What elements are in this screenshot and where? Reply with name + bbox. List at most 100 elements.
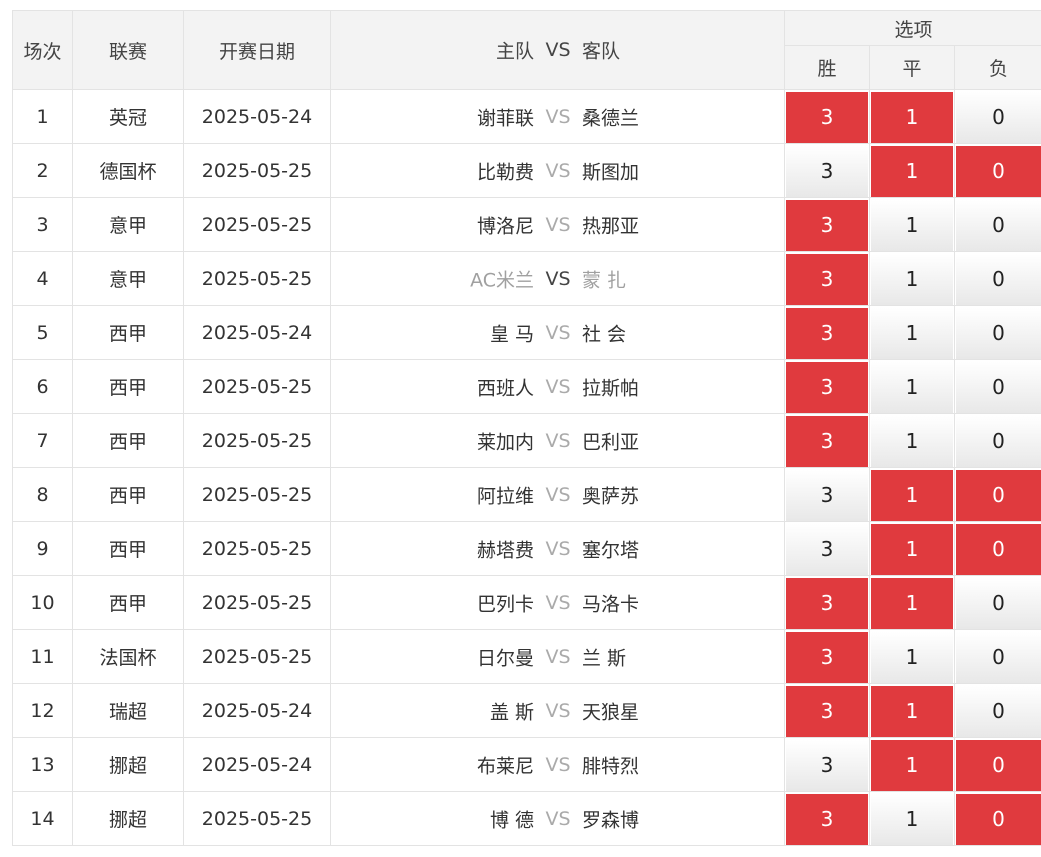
option-win-cell: 3 xyxy=(784,467,870,522)
away-team: 拉斯帕 xyxy=(582,377,640,399)
option-draw-cell: 1 xyxy=(869,683,955,738)
option-draw-button[interactable]: 1 xyxy=(871,469,953,521)
option-draw-button[interactable]: 1 xyxy=(871,415,953,467)
match-teams: 盖 斯 VS 天狼星 xyxy=(330,683,785,738)
away-team: 罗森博 xyxy=(582,809,640,831)
option-lose-button[interactable]: 0 xyxy=(956,415,1041,467)
option-win-cell: 3 xyxy=(784,683,870,738)
home-team: 盖 斯 xyxy=(489,701,534,723)
vs-label: VS xyxy=(545,645,571,668)
match-teams: 博 德 VS 罗森博 xyxy=(330,791,785,846)
away-team: 马洛卡 xyxy=(582,593,640,615)
option-draw-button[interactable]: 1 xyxy=(871,91,953,143)
option-win-button[interactable]: 3 xyxy=(786,361,868,413)
league-name: 瑞超 xyxy=(72,683,184,738)
option-draw-button[interactable]: 1 xyxy=(871,361,953,413)
option-win-button[interactable]: 3 xyxy=(786,199,868,251)
vs-label: VS xyxy=(545,375,571,398)
header-win: 胜 xyxy=(784,45,870,90)
vs-label: VS xyxy=(545,321,571,344)
header-date: 开赛日期 xyxy=(183,10,331,90)
option-lose-button[interactable]: 0 xyxy=(956,469,1041,521)
option-draw-button[interactable]: 1 xyxy=(871,739,953,791)
option-win-button[interactable]: 3 xyxy=(786,307,868,359)
option-win-button[interactable]: 3 xyxy=(786,145,868,197)
option-draw-button[interactable]: 1 xyxy=(871,685,953,737)
league-name: 西甲 xyxy=(72,359,184,414)
option-lose-button[interactable]: 0 xyxy=(956,685,1041,737)
option-win-cell: 3 xyxy=(784,737,870,792)
option-win-button[interactable]: 3 xyxy=(786,793,868,845)
table-row: 8 西甲 2025-05-25 阿拉维 VS 奥萨苏 3 1 0 xyxy=(12,467,1041,522)
option-win-button[interactable]: 3 xyxy=(786,91,868,143)
option-lose-cell: 0 xyxy=(953,413,1041,468)
option-win-cell: 3 xyxy=(784,305,870,360)
option-lose-button[interactable]: 0 xyxy=(956,253,1041,305)
match-table: 场次 联赛 开赛日期 主队 VS 客队 选项 胜 平 负 1 英冠 2025-05-… xyxy=(12,10,1041,846)
vs-label: VS xyxy=(545,807,571,830)
table-body: 1 英冠 2025-05-24 谢菲联 VS 桑德兰 3 1 0 2 德国杯 2025-05-25 比勒… xyxy=(12,89,1041,846)
home-team: 布莱尼 xyxy=(476,755,534,777)
option-win-button[interactable]: 3 xyxy=(786,469,868,521)
match-date: 2025-05-25 xyxy=(183,521,331,576)
option-win-button[interactable]: 3 xyxy=(786,253,868,305)
match-teams: 莱加内 VS 巴利亚 xyxy=(330,413,785,468)
match-index: 11 xyxy=(12,629,73,684)
option-win-button[interactable]: 3 xyxy=(786,523,868,575)
option-lose-button[interactable]: 0 xyxy=(956,145,1041,197)
league-name: 法国杯 xyxy=(72,629,184,684)
option-win-button[interactable]: 3 xyxy=(786,631,868,683)
option-lose-button[interactable]: 0 xyxy=(956,631,1041,683)
home-team: 阿拉维 xyxy=(476,485,534,507)
table-row: 14 挪超 2025-05-25 博 德 VS 罗森博 3 1 0 xyxy=(12,791,1041,846)
header-match: 主队 VS 客队 xyxy=(330,10,785,90)
option-lose-button[interactable]: 0 xyxy=(956,793,1041,845)
option-draw-button[interactable]: 1 xyxy=(871,631,953,683)
match-date: 2025-05-25 xyxy=(183,791,331,846)
match-date: 2025-05-25 xyxy=(183,413,331,468)
option-draw-cell: 1 xyxy=(869,791,955,846)
away-team: 蒙 扎 xyxy=(582,269,627,291)
option-lose-cell: 0 xyxy=(953,143,1041,198)
option-lose-cell: 0 xyxy=(953,197,1041,252)
league-name: 西甲 xyxy=(72,521,184,576)
table-row: 10 西甲 2025-05-25 巴列卡 VS 马洛卡 3 1 0 xyxy=(12,575,1041,630)
option-draw-button[interactable]: 1 xyxy=(871,145,953,197)
option-lose-button[interactable]: 0 xyxy=(956,361,1041,413)
option-win-button[interactable]: 3 xyxy=(786,415,868,467)
home-team: 谢菲联 xyxy=(476,107,534,129)
option-draw-cell: 1 xyxy=(869,197,955,252)
option-lose-cell: 0 xyxy=(953,467,1041,522)
option-lose-button[interactable]: 0 xyxy=(956,307,1041,359)
header-index: 场次 xyxy=(12,10,73,90)
option-draw-cell: 1 xyxy=(869,575,955,630)
option-lose-button[interactable]: 0 xyxy=(956,523,1041,575)
league-name: 西甲 xyxy=(72,467,184,522)
option-draw-button[interactable]: 1 xyxy=(871,793,953,845)
table-row: 1 英冠 2025-05-24 谢菲联 VS 桑德兰 3 1 0 xyxy=(12,89,1041,144)
option-win-button[interactable]: 3 xyxy=(786,739,868,791)
option-draw-cell: 1 xyxy=(869,305,955,360)
match-index: 7 xyxy=(12,413,73,468)
match-teams: 赫塔费 VS 塞尔塔 xyxy=(330,521,785,576)
option-win-button[interactable]: 3 xyxy=(786,685,868,737)
option-draw-button[interactable]: 1 xyxy=(871,577,953,629)
match-date: 2025-05-24 xyxy=(183,683,331,738)
home-team: 赫塔费 xyxy=(476,539,534,561)
option-draw-button[interactable]: 1 xyxy=(871,199,953,251)
table-row: 2 德国杯 2025-05-25 比勒费 VS 斯图加 3 1 0 xyxy=(12,143,1041,198)
option-win-button[interactable]: 3 xyxy=(786,577,868,629)
option-draw-button[interactable]: 1 xyxy=(871,253,953,305)
vs-label: VS xyxy=(545,537,571,560)
option-draw-button[interactable]: 1 xyxy=(871,307,953,359)
league-name: 西甲 xyxy=(72,413,184,468)
header-home: 主队 xyxy=(495,40,534,63)
option-draw-cell: 1 xyxy=(869,143,955,198)
option-lose-button[interactable]: 0 xyxy=(956,577,1041,629)
option-draw-button[interactable]: 1 xyxy=(871,523,953,575)
option-lose-button[interactable]: 0 xyxy=(956,199,1041,251)
option-lose-button[interactable]: 0 xyxy=(956,91,1041,143)
match-index: 5 xyxy=(12,305,73,360)
option-lose-button[interactable]: 0 xyxy=(956,739,1041,791)
match-teams: 巴列卡 VS 马洛卡 xyxy=(330,575,785,630)
